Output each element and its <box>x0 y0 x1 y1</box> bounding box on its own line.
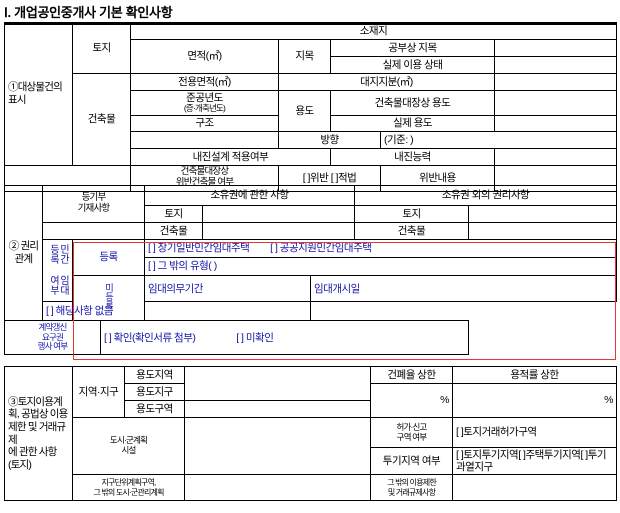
section-2-label: ② 권리관계 <box>4 184 43 322</box>
land-category-label: 지목 <box>278 39 331 74</box>
rental-register-option-1[interactable]: [ ] 장기일반민간임대주택 <box>148 242 250 254</box>
building-coverage-label: 건폐율 상한 <box>370 366 453 384</box>
zone-district-label: 지역·지구 <box>72 366 125 418</box>
contract-renewal-option-unconfirmed[interactable]: [ ] 미확인 <box>236 332 274 344</box>
speculation-area-value[interactable]: [ ]토지투기지역[ ]주택투기지역[ ]투기과열지구 <box>452 446 617 476</box>
direction-standard: (기준: ) <box>379 130 618 149</box>
private-rental-label: 민간 임대 등록 여부 <box>42 238 73 303</box>
rental-start-date-label: 임대개시일 <box>310 274 617 303</box>
speculation-option-house[interactable]: [ ]주택투기지역 <box>518 449 581 461</box>
contract-renewal-option-confirmed[interactable]: [ ] 확인(확인서류 첨부) <box>104 332 196 344</box>
registry-other-land-value[interactable] <box>468 205 617 223</box>
registry-other-building-value[interactable] <box>468 222 617 240</box>
direction-label: 방향 <box>278 130 381 149</box>
district-unit-plan-label: 지구단위계획구역, 그 밖의 도시·군관리계획 <box>72 474 185 502</box>
building-coverage-value[interactable]: % <box>370 383 453 418</box>
rental-register-option-2[interactable]: [ ] 공공지원민간임대주택 <box>270 242 372 254</box>
permit-report-line2: 구역 여부 <box>396 431 427 442</box>
structure-label: 구조 <box>130 114 279 132</box>
contract-renewal-line3: 행사 여부 <box>37 341 68 352</box>
permit-report-label: 허가·신고 구역 여부 <box>370 417 453 448</box>
completion-year-line2: (증·개축년도) <box>183 103 226 114</box>
registered-use-value[interactable] <box>493 90 618 116</box>
permit-report-value[interactable]: [ ]토지거래허가구역 <box>452 417 617 448</box>
building-label: 건축물 <box>72 73 131 166</box>
actual-use-value[interactable] <box>493 114 618 132</box>
page-title: Ⅰ. 개업공인중개사 기본 확인사항 <box>4 5 173 20</box>
registered-use-label: 건축물대장상 용도 <box>330 90 495 116</box>
rental-obligation-period-label: 임대의무기간 <box>144 274 311 303</box>
use-area-label: 용도지역 <box>124 366 185 384</box>
rental-register-other[interactable]: [ ] 그 밖의 유형( ) <box>144 257 617 276</box>
use-area-value[interactable] <box>184 366 371 401</box>
section-1-label-text: ①대상물건의 표시 <box>8 81 63 106</box>
exclusive-area-label: 전용면적(㎡) <box>130 73 279 91</box>
registry-label-spacer <box>42 222 145 240</box>
land-address-label: 소재지 <box>129 22 618 40</box>
rental-unregister-value[interactable]: [ ] 해당사항 없음 <box>42 301 311 322</box>
floor-area-ratio-label: 용적률 상한 <box>452 366 617 384</box>
other-restriction-line2: 및 거래규제사항 <box>387 487 436 497</box>
land-label: 토지 <box>72 22 131 74</box>
section-2-table: ② 권리관계 등기부 기재사항 소유권에 관한 사항 소유권 외의 권리사항 토… <box>4 184 617 356</box>
land-actual-use-value[interactable] <box>493 56 618 74</box>
section-1-table: ①대상물건의 표시 토지 소재지 면적(㎡) 지목 공부상 지목 실제 이용 상… <box>4 22 618 192</box>
floor-area-ratio-percent: % <box>604 394 613 407</box>
section-2-label-text: ② 권리관계 <box>8 240 39 266</box>
registry-land-label: 토지 <box>144 205 203 223</box>
land-area-label: 면적(㎡) <box>130 39 279 74</box>
speculation-area-label: 투기지역 여부 <box>370 446 453 476</box>
land-share-value[interactable] <box>493 73 618 91</box>
ownership-header: 소유권에 관한 사항 <box>144 185 355 206</box>
city-plan-facility-label: 도시·군계획 시설 <box>72 416 185 476</box>
seismic-design-label: 내진설계 적용여부 <box>130 147 331 166</box>
registry-line2: 기재사항 <box>77 203 111 214</box>
seismic-capacity-value[interactable] <box>493 147 618 166</box>
city-plan-facility-line2: 시설 <box>121 445 136 456</box>
section-3-table: ③토지이용계 획, 공법상 이용 제한 및 거래규제 에 관한 사항 (토지) … <box>4 365 617 502</box>
district-unit-plan-line1: 지구단위계획구역, <box>101 478 157 488</box>
city-plan-facility-value[interactable] <box>184 416 371 476</box>
use-zone-value[interactable] <box>184 400 371 418</box>
other-rights-header: 소유권 외의 권리사항 <box>354 185 617 206</box>
use-zone-label: 용도구역 <box>124 400 185 418</box>
use-label: 용도 <box>278 90 331 132</box>
private-rental-label-text: 민간 임대 등록 여부 <box>47 243 69 295</box>
document-page: Ⅰ. 개업공인중개사 기본 확인사항 ①대상물건의 표시 토지 소재지 면적(㎡… <box>0 0 620 513</box>
registry-land-value[interactable] <box>202 205 355 223</box>
land-category-registered-value[interactable] <box>493 39 618 57</box>
district-unit-plan-value[interactable] <box>184 474 371 502</box>
registry-building-label: 건축물 <box>144 222 203 240</box>
other-restriction-value[interactable] <box>452 474 617 502</box>
building-coverage-percent: % <box>440 394 449 407</box>
completion-year-label: 준공년도 (증·개축년도) <box>130 90 279 116</box>
registry-other-land-label: 토지 <box>354 205 469 223</box>
section-1-label: ①대상물건의 표시 <box>4 22 73 166</box>
seismic-capacity-label: 내진능력 <box>330 147 495 166</box>
speculation-option-land[interactable]: [ ]토지투기지역 <box>456 449 519 461</box>
use-district-label: 용도지구 <box>124 383 185 401</box>
rental-register-options[interactable]: [ ] 장기일반민간임대주택 [ ] 공공지원민간임대주택 <box>144 239 617 258</box>
structure-empty-label <box>130 130 279 149</box>
floor-area-ratio-value[interactable]: % <box>452 383 617 418</box>
section-3-label-text: ③토지이용계 획, 공법상 이용 제한 및 거래규제 에 관한 사항 (토지) <box>8 395 68 471</box>
registry-label: 등기부 기재사항 <box>42 185 145 223</box>
contract-renewal-label: 계약갱신 요구권 행사 여부 <box>4 320 101 356</box>
other-restriction-label: 그 밖의 이용제한 및 거래규제사항 <box>370 474 453 502</box>
land-actual-use-label: 실제 이용 상태 <box>330 56 495 74</box>
land-share-label: 대지지분(㎡) <box>278 73 495 91</box>
district-unit-plan-line2: 그 밖의 도시·군관리계획 <box>93 487 164 497</box>
rental-register-label: 등록 <box>72 239 145 276</box>
section-3-label: ③토지이용계 획, 공법상 이용 제한 및 거래규제 에 관한 사항 (토지) <box>4 365 73 502</box>
actual-use-label: 실제 용도 <box>330 114 495 132</box>
registry-other-building-label: 건축물 <box>354 222 469 240</box>
contract-renewal-options[interactable]: [ ] 확인(확인서류 첨부) [ ] 미확인 <box>100 320 469 356</box>
other-restriction-line1: 그 밖의 이용제한 <box>387 478 437 488</box>
registry-building-value[interactable] <box>202 222 355 240</box>
land-category-registered-label: 공부상 지목 <box>330 39 495 57</box>
